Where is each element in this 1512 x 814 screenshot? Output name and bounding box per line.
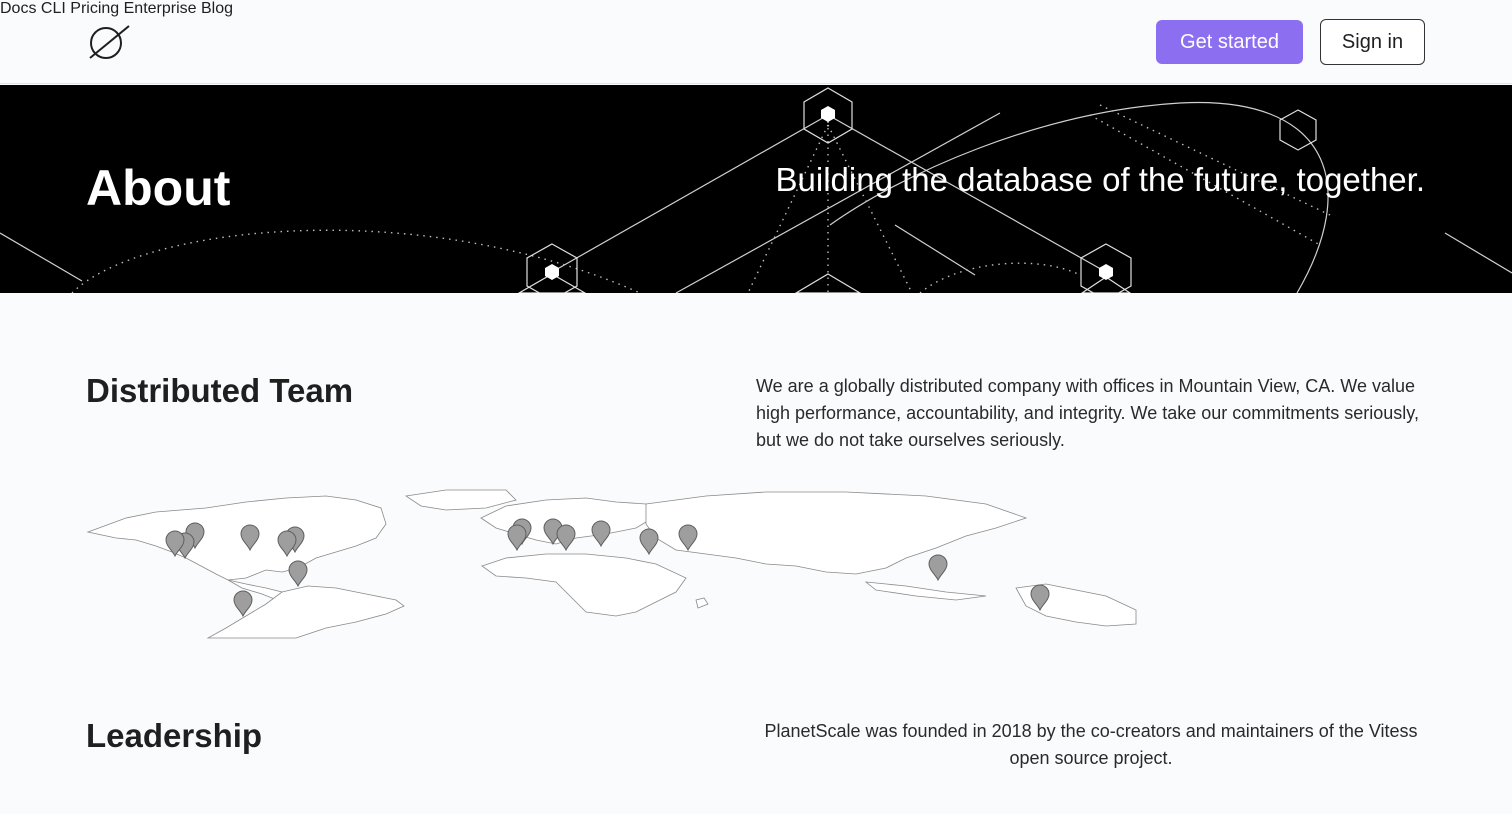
- get-started-button[interactable]: Get started: [1156, 20, 1303, 64]
- page-title: About: [86, 160, 231, 216]
- hero-tagline: Building the database of the future, tog…: [775, 161, 1425, 198]
- planetscale-logo-icon[interactable]: [86, 24, 130, 60]
- site-header: Docs CLI Pricing Enterprise Blog Get sta…: [0, 0, 1512, 84]
- nav-docs[interactable]: Docs: [0, 0, 36, 17]
- nav-enterprise[interactable]: Enterprise: [124, 0, 197, 17]
- leadership-heading: Leadership: [86, 717, 263, 754]
- nav-blog[interactable]: Blog: [201, 0, 233, 17]
- hero-banner: About Building the database of the futur…: [0, 85, 1512, 293]
- leadership-text: PlanetScale was founded in 2018 by the c…: [764, 721, 1418, 768]
- distributed-team-text: We are a globally distributed company wi…: [756, 376, 1419, 450]
- sign-in-button[interactable]: Sign in: [1320, 19, 1425, 65]
- nav-pricing[interactable]: Pricing: [70, 0, 119, 17]
- distributed-team-heading: Distributed Team: [86, 372, 354, 409]
- nav-cli[interactable]: CLI: [41, 0, 66, 17]
- world-map: [86, 489, 1137, 639]
